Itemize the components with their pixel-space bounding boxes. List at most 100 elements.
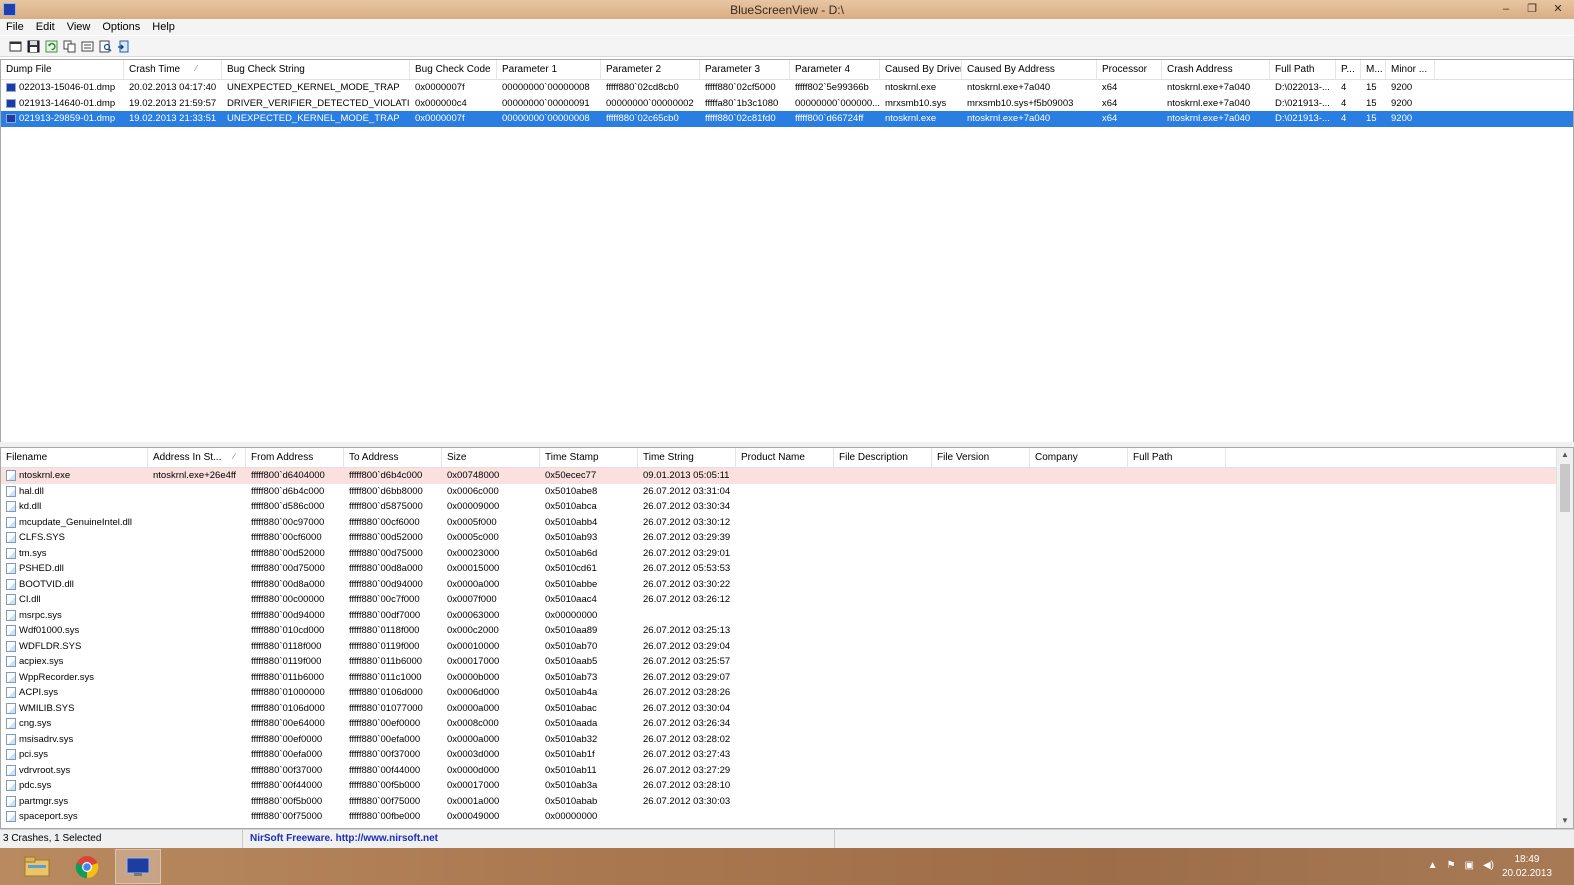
column-header-full-path[interactable]: Full Path — [1270, 60, 1336, 79]
driver-row[interactable]: msisadrv.sys fffff880`00ef0000 fffff880`00… — [1, 732, 1573, 748]
copy-icon[interactable] — [62, 39, 77, 54]
column-header-product-name[interactable]: Product Name — [736, 448, 834, 467]
cell-size: 0x0000d000 — [442, 763, 540, 779]
column-header-minor[interactable]: Minor ... — [1386, 60, 1435, 79]
driver-row[interactable]: CI.dll fffff880`00c00000 fffff880`00c7f000… — [1, 592, 1573, 608]
bluescreenview-icon[interactable] — [115, 849, 161, 884]
column-header-p[interactable]: P... — [1336, 60, 1361, 79]
crash-row[interactable]: 022013-15046-01.dmp 20.02.2013 04:17:40 UN… — [1, 80, 1573, 96]
column-header-company[interactable]: Company — [1030, 448, 1128, 467]
exit-icon[interactable] — [116, 39, 131, 54]
driver-row[interactable]: BOOTVID.dll fffff880`00d8a000 fffff880`00d… — [1, 577, 1573, 593]
cell-size: 0x0005f000 — [442, 515, 540, 531]
column-header-processor[interactable]: Processor — [1097, 60, 1162, 79]
column-header-bug-check-code[interactable]: Bug Check Code — [410, 60, 497, 79]
cell-caused-by-address: ntoskrnl.exe+7a040 — [962, 80, 1097, 96]
menu-file[interactable]: File — [0, 19, 30, 35]
driver-row[interactable]: ntoskrnl.exe ntoskrnl.exe+26e4ff fffff800`… — [1, 468, 1573, 484]
scroll-thumb[interactable] — [1560, 464, 1570, 512]
cell-file-version — [932, 561, 1030, 577]
restore-button[interactable]: ❐ — [1522, 1, 1542, 17]
properties-icon[interactable] — [80, 39, 95, 54]
clock[interactable]: 18:49 20.02.2013 — [1502, 853, 1552, 881]
driver-row[interactable]: hal.dll fffff800`d6b4c000 fffff800`d6bb800… — [1, 484, 1573, 500]
minimize-button[interactable]: – — [1496, 1, 1516, 17]
cell-full-path — [1128, 670, 1226, 686]
menu-options[interactable]: Options — [96, 19, 146, 35]
menu-help[interactable]: Help — [146, 19, 181, 35]
column-header-parameter-3[interactable]: Parameter 3 — [700, 60, 790, 79]
driver-list[interactable]: Filename Address In St... ⁄ From Address To … — [0, 447, 1574, 829]
tray-overflow-icon[interactable]: ▲ — [1428, 860, 1438, 871]
driver-row[interactable]: kd.dll fffff800`d586c000 fffff800`d5875000… — [1, 499, 1573, 515]
column-header-bug-check-string[interactable]: Bug Check String — [222, 60, 410, 79]
driver-row[interactable]: pdc.sys fffff880`00f44000 fffff880`00f5b00… — [1, 778, 1573, 794]
explorer-icon[interactable] — [14, 849, 60, 884]
driver-row[interactable]: spaceport.sys fffff880`00f75000 fffff880`0… — [1, 809, 1573, 825]
column-header-parameter-2[interactable]: Parameter 2 — [601, 60, 700, 79]
driver-row[interactable]: Wdf01000.sys fffff880`010cd000 fffff880`01… — [1, 623, 1573, 639]
column-header-parameter-1[interactable]: Parameter 1 — [497, 60, 601, 79]
cell-text: 19.02.2013 21:33:51 — [129, 113, 217, 124]
cell-text: 0x0001a000 — [447, 795, 500, 807]
column-header-file-description[interactable]: File Description — [834, 448, 932, 467]
cell-text: 0x0000007f — [415, 82, 465, 93]
column-header-time-stamp[interactable]: Time Stamp — [540, 448, 638, 467]
volume-icon[interactable]: ◀) — [1483, 860, 1494, 871]
driver-list-scrollbar[interactable]: ▲ ▼ — [1556, 448, 1573, 828]
column-header-address-in-st[interactable]: Address In St... ⁄ — [148, 448, 246, 467]
menu-edit[interactable]: Edit — [30, 19, 61, 35]
column-header-time-string[interactable]: Time String — [638, 448, 736, 467]
save-icon[interactable] — [26, 39, 41, 54]
menu-view[interactable]: View — [61, 19, 97, 35]
driver-file-icon — [6, 702, 16, 714]
driver-row[interactable]: tm.sys fffff880`00d52000 fffff880`00d75000… — [1, 546, 1573, 562]
driver-row[interactable]: WMILIB.SYS fffff880`0106d000 fffff880`0107… — [1, 701, 1573, 717]
new-icon[interactable] — [8, 39, 23, 54]
cell-file-description — [834, 685, 932, 701]
column-header-m[interactable]: M... — [1361, 60, 1386, 79]
nirsoft-link[interactable]: NirSoft Freeware. http://www.nirsoft.net — [243, 830, 835, 848]
network-icon[interactable]: ▣ — [1465, 860, 1474, 871]
column-header-crash-time[interactable]: Crash Time ⁄ — [124, 60, 222, 79]
driver-row[interactable]: partmgr.sys fffff880`00f5b000 fffff880`00f… — [1, 794, 1573, 810]
column-header-crash-address[interactable]: Crash Address — [1162, 60, 1270, 79]
column-header-parameter-4[interactable]: Parameter 4 — [790, 60, 880, 79]
flag-icon[interactable]: ⚑ — [1447, 860, 1456, 871]
chrome-icon[interactable] — [64, 849, 110, 884]
close-button[interactable]: ✕ — [1548, 1, 1568, 17]
crash-row[interactable]: 021913-14640-01.dmp 19.02.2013 21:59:57 DR… — [1, 96, 1573, 112]
scroll-down-icon[interactable]: ▼ — [1557, 814, 1573, 828]
crash-row[interactable]: 021913-29859-01.dmp 19.02.2013 21:33:51 UN… — [1, 111, 1573, 127]
column-header-from-address[interactable]: From Address — [246, 448, 344, 467]
driver-row[interactable]: mcupdate_GenuineIntel.dll fffff880`00c970… — [1, 515, 1573, 531]
driver-row[interactable]: PSHED.dll fffff880`00d75000 fffff880`00d8a… — [1, 561, 1573, 577]
column-header-file-version[interactable]: File Version — [932, 448, 1030, 467]
column-header-to-address[interactable]: To Address — [344, 448, 442, 467]
driver-row[interactable]: acpiex.sys fffff880`0119f000 fffff880`011b… — [1, 654, 1573, 670]
column-header-full-path[interactable]: Full Path — [1128, 448, 1226, 467]
column-header-dump-file[interactable]: Dump File — [1, 60, 124, 79]
driver-row[interactable]: msrpc.sys fffff880`00d94000 fffff880`00df7… — [1, 608, 1573, 624]
find-icon[interactable] — [98, 39, 113, 54]
driver-row[interactable]: WppRecorder.sys fffff880`011b6000 fffff880… — [1, 670, 1573, 686]
cell-text: ntoskrnl.exe+7a040 — [967, 82, 1051, 93]
driver-row[interactable]: CLFS.SYS fffff880`00cf6000 fffff880`00d520… — [1, 530, 1573, 546]
column-header-label: File Description — [839, 452, 908, 463]
cell-parameter-4: fffff802`5e99366b — [790, 80, 880, 96]
cell-text: msrpc.sys — [19, 609, 62, 621]
driver-row[interactable]: vdrvroot.sys fffff880`00f37000 fffff880`00… — [1, 763, 1573, 779]
column-header-size[interactable]: Size — [442, 448, 540, 467]
driver-row[interactable]: cng.sys fffff880`00e64000 fffff880`00ef000… — [1, 716, 1573, 732]
column-header-caused-by-driver[interactable]: Caused By Driver — [880, 60, 962, 79]
refresh-icon[interactable] — [44, 39, 59, 54]
cell-text: CLFS.SYS — [19, 532, 65, 543]
driver-row[interactable]: ACPI.sys fffff880`01000000 fffff880`0106d0… — [1, 685, 1573, 701]
column-header-filename[interactable]: Filename — [1, 448, 148, 467]
driver-row[interactable]: WDFLDR.SYS fffff880`0118f000 fffff880`0119… — [1, 639, 1573, 655]
cell-text: 26.07.2012 03:25:57 — [643, 656, 731, 667]
scroll-up-icon[interactable]: ▲ — [1557, 448, 1573, 462]
crash-list[interactable]: Dump File Crash Time ⁄ Bug Check String Bug … — [0, 59, 1574, 443]
column-header-caused-by-address[interactable]: Caused By Address — [962, 60, 1097, 79]
driver-row[interactable]: pci.sys fffff880`00efa000 fffff880`00f3700… — [1, 747, 1573, 763]
